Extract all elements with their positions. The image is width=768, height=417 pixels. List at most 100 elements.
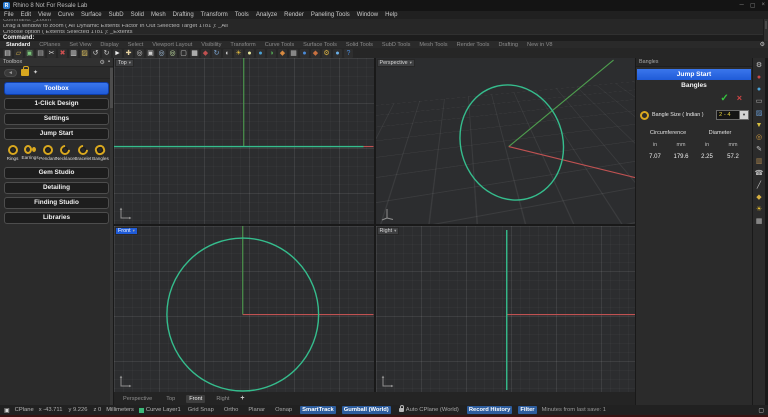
viewport-front-label[interactable]: Front ▾ bbox=[115, 227, 138, 235]
toolbar-tab[interactable]: Set View bbox=[69, 42, 91, 48]
panel-pin-icon[interactable]: ▪ bbox=[108, 59, 110, 66]
repair-icon[interactable]: ◆ bbox=[311, 48, 320, 58]
record-icon[interactable]: ● bbox=[755, 73, 764, 82]
toolbox-nav-button[interactable]: Detailing bbox=[4, 182, 109, 194]
link-icon[interactable]: ◎ bbox=[755, 133, 764, 142]
toolbar-tab[interactable]: SubD Tools bbox=[382, 42, 411, 48]
join-icon[interactable]: ◆ bbox=[755, 193, 764, 202]
toolbar-tab[interactable]: Render Tools bbox=[457, 42, 490, 48]
category-necklace[interactable]: Necklace bbox=[56, 142, 75, 161]
menu-item[interactable]: Transform bbox=[201, 11, 228, 19]
toolbar-tab[interactable]: Display bbox=[100, 42, 118, 48]
contact-icon[interactable]: ☎ bbox=[755, 169, 764, 178]
columns-icon[interactable]: ▥ bbox=[755, 157, 764, 166]
command-input[interactable]: Command: bbox=[0, 34, 768, 41]
toolbox-scrollbar[interactable] bbox=[110, 67, 113, 405]
earth-icon[interactable]: ● bbox=[300, 48, 309, 58]
toggle-gumball[interactable]: Gumball (World) bbox=[341, 406, 391, 414]
close-button[interactable]: × bbox=[761, 2, 765, 9]
dropdown-arrow-icon[interactable]: ▾ bbox=[740, 110, 749, 120]
help-icon[interactable]: ? bbox=[344, 48, 353, 58]
gear-icon[interactable]: ⚙ bbox=[755, 61, 764, 70]
toolbar-tab[interactable]: Transform bbox=[230, 42, 255, 48]
viewport-tab[interactable]: Front bbox=[186, 394, 206, 403]
sun-icon[interactable]: ☀ bbox=[234, 48, 243, 58]
menu-item[interactable]: Window bbox=[357, 11, 378, 19]
shaded-view-icon[interactable]: ◆ bbox=[201, 48, 210, 58]
grid-icon[interactable]: ▦ bbox=[755, 217, 764, 226]
toggle-grid-snap[interactable]: Grid Snap bbox=[186, 406, 216, 414]
units-pane[interactable]: Millimeters bbox=[106, 407, 134, 413]
category-rings[interactable]: Rings bbox=[4, 145, 21, 161]
viewport-tab[interactable]: Top bbox=[163, 395, 178, 403]
viewport-right[interactable]: Right ▾ bbox=[375, 226, 635, 392]
bangles-panel-tab[interactable]: Bangles bbox=[636, 58, 752, 67]
bangle-size-dropdown[interactable]: 2 - 4 ▾ bbox=[716, 110, 749, 120]
viewport-tab[interactable]: Right bbox=[213, 395, 232, 403]
menu-item[interactable]: Edit bbox=[21, 11, 31, 19]
toolbox-nav-button[interactable]: Settings bbox=[4, 113, 109, 125]
undo-icon[interactable]: ↺ bbox=[91, 48, 100, 58]
zoom-selected-icon[interactable]: ◎ bbox=[168, 48, 177, 58]
open-file-icon[interactable]: ▱ bbox=[14, 48, 23, 58]
sun2-icon[interactable]: ☀ bbox=[755, 205, 764, 214]
zoom-extents-icon[interactable]: ▢ bbox=[179, 48, 188, 58]
cancel-x-button[interactable]: × bbox=[737, 94, 742, 103]
toolbox-nav-button[interactable]: 1-Click Design bbox=[4, 98, 109, 110]
image-icon[interactable]: ▨ bbox=[755, 109, 764, 118]
viewport-right-label[interactable]: Right ▾ bbox=[376, 227, 400, 235]
toggle-planar[interactable]: Planar bbox=[246, 406, 267, 414]
menu-item[interactable]: Curve bbox=[58, 11, 74, 19]
toolbar-tab[interactable]: CPlanes bbox=[39, 42, 60, 48]
gear-tool-icon[interactable]: ⚙ bbox=[322, 48, 331, 58]
toolbox-nav-button[interactable]: Jump Start bbox=[4, 128, 109, 140]
toolbar-tab[interactable]: Standard bbox=[6, 42, 30, 48]
toolbox-nav-button[interactable]: Gem Studio bbox=[4, 167, 109, 179]
cut-icon[interactable]: ✂ bbox=[47, 48, 56, 58]
toolbar-tab[interactable]: Solid Tools bbox=[346, 42, 373, 48]
toggle-filter[interactable]: Filter bbox=[518, 406, 537, 414]
table-icon[interactable]: ▦ bbox=[289, 48, 298, 58]
command-scrollbar[interactable] bbox=[763, 19, 768, 41]
menu-item[interactable]: Drafting bbox=[173, 11, 194, 19]
menu-item[interactable]: Help bbox=[385, 11, 397, 19]
toggle-ortho[interactable]: Ortho bbox=[222, 406, 241, 414]
toolbar-tab[interactable]: New in V8 bbox=[527, 42, 553, 48]
display-icon[interactable]: ▭ bbox=[755, 97, 764, 106]
draw-line-icon[interactable]: ╱ bbox=[755, 181, 764, 190]
delete-icon[interactable]: ✖ bbox=[58, 48, 67, 58]
render-preview-icon[interactable]: ◑ bbox=[267, 48, 276, 58]
toolbar-tab[interactable]: Select bbox=[128, 42, 144, 48]
globe-icon[interactable]: ● bbox=[333, 48, 342, 58]
panel-gear-icon[interactable]: ⚙ bbox=[99, 59, 104, 66]
maximize-button[interactable]: ▢ bbox=[750, 2, 756, 9]
pan-icon[interactable]: ✚ bbox=[124, 48, 133, 58]
material-icon[interactable]: ◆ bbox=[278, 48, 287, 58]
zoom-window-icon[interactable]: ▣ bbox=[146, 48, 155, 58]
menu-item[interactable]: View bbox=[38, 11, 51, 19]
set-view-icon[interactable]: ◐ bbox=[223, 48, 232, 58]
menu-item[interactable]: Analyze bbox=[256, 11, 277, 19]
viewport-tab[interactable]: Perspective bbox=[120, 395, 155, 403]
toolbar-tab[interactable]: Visibility bbox=[201, 42, 221, 48]
rotate-view-icon[interactable]: ↻ bbox=[212, 48, 221, 58]
confirm-check-button[interactable]: ✓ bbox=[720, 94, 728, 104]
toolbar-tab[interactable]: Drafting bbox=[498, 42, 518, 48]
category-bracelet[interactable]: Bracelet bbox=[74, 142, 91, 161]
menu-item[interactable]: Mesh bbox=[151, 11, 166, 19]
toggle-smarttrack[interactable]: SmartTrack bbox=[300, 406, 336, 414]
print-icon[interactable]: ▤ bbox=[36, 48, 45, 58]
viewport-front[interactable]: Front ▾ bbox=[114, 226, 374, 392]
viewport-layout-icon[interactable]: ▦ bbox=[190, 48, 199, 58]
viewport-top[interactable]: Top ▾ bbox=[114, 58, 374, 224]
filter-funnel-icon[interactable]: ▼ bbox=[755, 121, 764, 130]
menu-item[interactable]: Render bbox=[284, 11, 304, 19]
minimize-button[interactable]: ─ bbox=[740, 2, 744, 9]
add-viewport-tab-button[interactable]: + bbox=[240, 395, 244, 402]
toolbar-tab[interactable]: Curve Tools bbox=[265, 42, 294, 48]
toolbox-nav-button[interactable]: Libraries bbox=[4, 212, 109, 224]
toggle-auto-cplane[interactable]: Auto CPlane (World) bbox=[397, 405, 461, 414]
corner-layout-icon[interactable]: ▢ bbox=[758, 407, 764, 414]
toolbar-tab[interactable]: Surface Tools bbox=[303, 42, 337, 48]
menu-item[interactable]: SubD bbox=[109, 11, 124, 19]
